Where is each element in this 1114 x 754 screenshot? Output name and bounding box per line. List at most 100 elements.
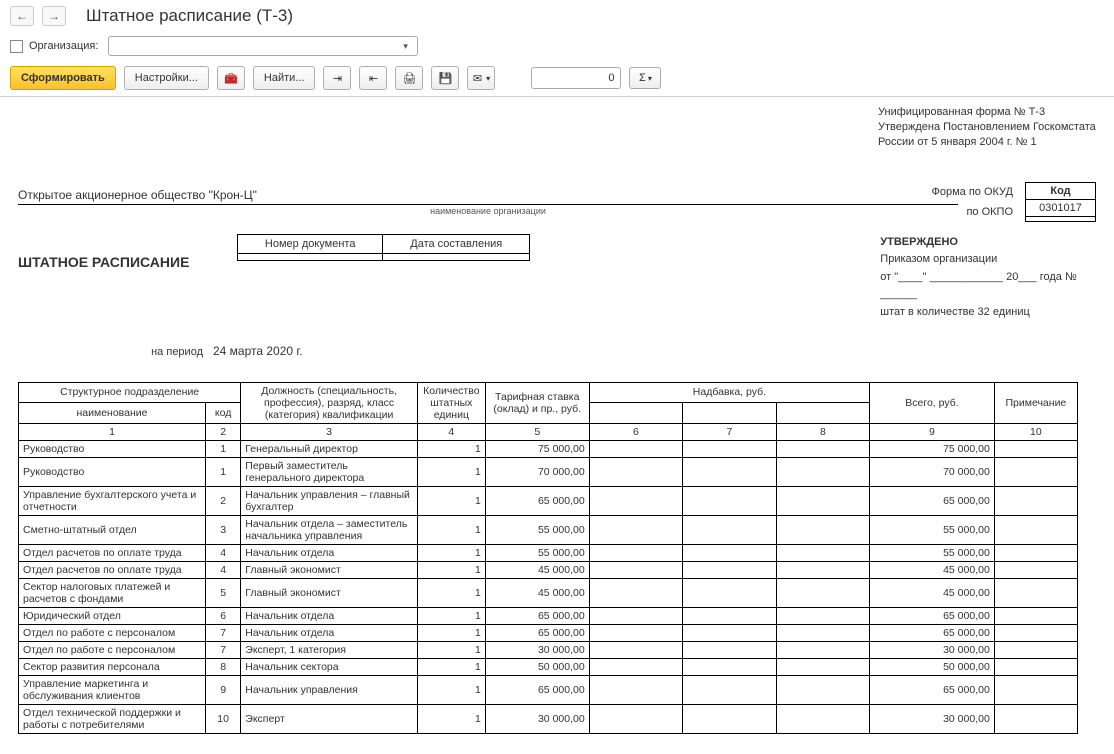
cell-add1	[589, 607, 682, 624]
page-title: Штатное расписание (Т-3)	[86, 6, 293, 26]
cell-add2	[683, 704, 776, 733]
cell-note	[994, 641, 1077, 658]
expand-button[interactable]: ⇥	[323, 66, 351, 90]
colnum: 6	[589, 423, 682, 440]
period-value: 24 марта 2020 г.	[213, 344, 303, 358]
cell-qty: 1	[417, 486, 485, 515]
back-button[interactable]: ←	[10, 6, 34, 26]
cell-add2	[683, 658, 776, 675]
code-header: Код	[1026, 182, 1096, 199]
chevron-down-icon: ▾	[403, 41, 413, 52]
cell-position: Эксперт	[241, 704, 418, 733]
cell-add1	[589, 515, 682, 544]
sigma-button[interactable]: Σ▾	[629, 67, 661, 89]
save-button[interactable]: 💾	[431, 66, 459, 90]
cell-add3	[776, 515, 869, 544]
cell-note	[994, 544, 1077, 561]
cell-rate: 70 000,00	[485, 457, 589, 486]
cell-note	[994, 624, 1077, 641]
th-total: Всего, руб.	[870, 382, 995, 423]
cell-add2	[683, 607, 776, 624]
cell-code: 4	[205, 561, 240, 578]
cell-rate: 55 000,00	[485, 544, 589, 561]
cell-qty: 1	[417, 544, 485, 561]
th-name: наименование	[19, 403, 206, 424]
th-rate: Тарифная ставка (оклад) и пр., руб.	[485, 382, 589, 423]
table-row: Руководство1Генеральный директор175 000,…	[19, 440, 1078, 457]
org-select[interactable]: ▾	[108, 36, 418, 56]
cell-add2	[683, 515, 776, 544]
th-add3	[776, 403, 869, 424]
period-label: на период	[18, 346, 213, 358]
cell-qty: 1	[417, 578, 485, 607]
cell-code: 8	[205, 658, 240, 675]
cell-position: Начальник отдела	[241, 624, 418, 641]
cell-add3	[776, 561, 869, 578]
table-row: Сектор налоговых платежей и расчетов с ф…	[19, 578, 1078, 607]
cell-rate: 30 000,00	[485, 704, 589, 733]
sum-field[interactable]: 0	[531, 67, 621, 89]
chevron-down-icon: ▾	[648, 74, 652, 83]
cell-rate: 65 000,00	[485, 624, 589, 641]
table-row: Юридический отдел6Начальник отдела165 00…	[19, 607, 1078, 624]
settings-variants-button[interactable]: 🧰	[217, 66, 245, 90]
cell-qty: 1	[417, 658, 485, 675]
cell-name: Отдел расчетов по оплате труда	[19, 561, 206, 578]
cell-add2	[683, 457, 776, 486]
th-struct: Структурное подразделение	[19, 382, 241, 403]
approved-line: Приказом организации	[880, 251, 1096, 269]
cell-add1	[589, 704, 682, 733]
cell-code: 4	[205, 544, 240, 561]
cell-position: Начальник отдела	[241, 544, 418, 561]
cell-add3	[776, 486, 869, 515]
cell-add2	[683, 486, 776, 515]
cell-note	[994, 561, 1077, 578]
cell-add1	[589, 658, 682, 675]
cell-note	[994, 658, 1077, 675]
cell-add1	[589, 641, 682, 658]
doc-num-header: Номер документа	[238, 234, 383, 253]
th-position: Должность (специальность, профессия), ра…	[241, 382, 418, 423]
cell-position: Начальник отдела	[241, 607, 418, 624]
cell-add1	[589, 440, 682, 457]
cell-add1	[589, 561, 682, 578]
colnum: 2	[205, 423, 240, 440]
chevron-down-icon: ▾	[486, 74, 490, 83]
cell-add3	[776, 578, 869, 607]
cell-add1	[589, 624, 682, 641]
mail-button[interactable]: ✉▾	[467, 66, 495, 90]
cell-add1	[589, 486, 682, 515]
cell-total: 65 000,00	[870, 607, 995, 624]
forward-button[interactable]: →	[42, 6, 66, 26]
cell-rate: 65 000,00	[485, 607, 589, 624]
cell-position: Начальник сектора	[241, 658, 418, 675]
cell-note	[994, 440, 1077, 457]
save-icon: 💾	[439, 72, 453, 85]
form-meta: Унифицированная форма № Т-3 Утверждена П…	[878, 105, 1096, 150]
cell-position: Генеральный директор	[241, 440, 418, 457]
generate-button[interactable]: Сформировать	[10, 66, 116, 90]
colnum: 1	[19, 423, 206, 440]
cell-position: Эксперт, 1 категория	[241, 641, 418, 658]
table-row: Отдел расчетов по оплате труда4Начальник…	[19, 544, 1078, 561]
print-button[interactable]: 🖨	[395, 66, 423, 90]
find-button[interactable]: Найти...	[253, 66, 316, 90]
cell-note	[994, 486, 1077, 515]
org-label: Организация:	[29, 40, 98, 52]
okud-value: 0301017	[1026, 199, 1096, 216]
cell-total: 30 000,00	[870, 704, 995, 733]
approved-line: штат в количестве 32 единиц	[880, 304, 1096, 322]
th-addition: Надбавка, руб.	[589, 382, 869, 403]
th-add2	[683, 403, 776, 424]
organization-name: Открытое акционерное общество "Крон-Ц"	[18, 188, 958, 205]
collapse-button[interactable]: ⇤	[359, 66, 387, 90]
colnum: 5	[485, 423, 589, 440]
cell-qty: 1	[417, 515, 485, 544]
org-checkbox[interactable]	[10, 40, 23, 53]
cell-name: Отдел технической поддержки и работы с п…	[19, 704, 206, 733]
cell-add1	[589, 544, 682, 561]
cell-add3	[776, 457, 869, 486]
cell-note	[994, 515, 1077, 544]
cell-add2	[683, 544, 776, 561]
settings-button[interactable]: Настройки...	[124, 66, 209, 90]
